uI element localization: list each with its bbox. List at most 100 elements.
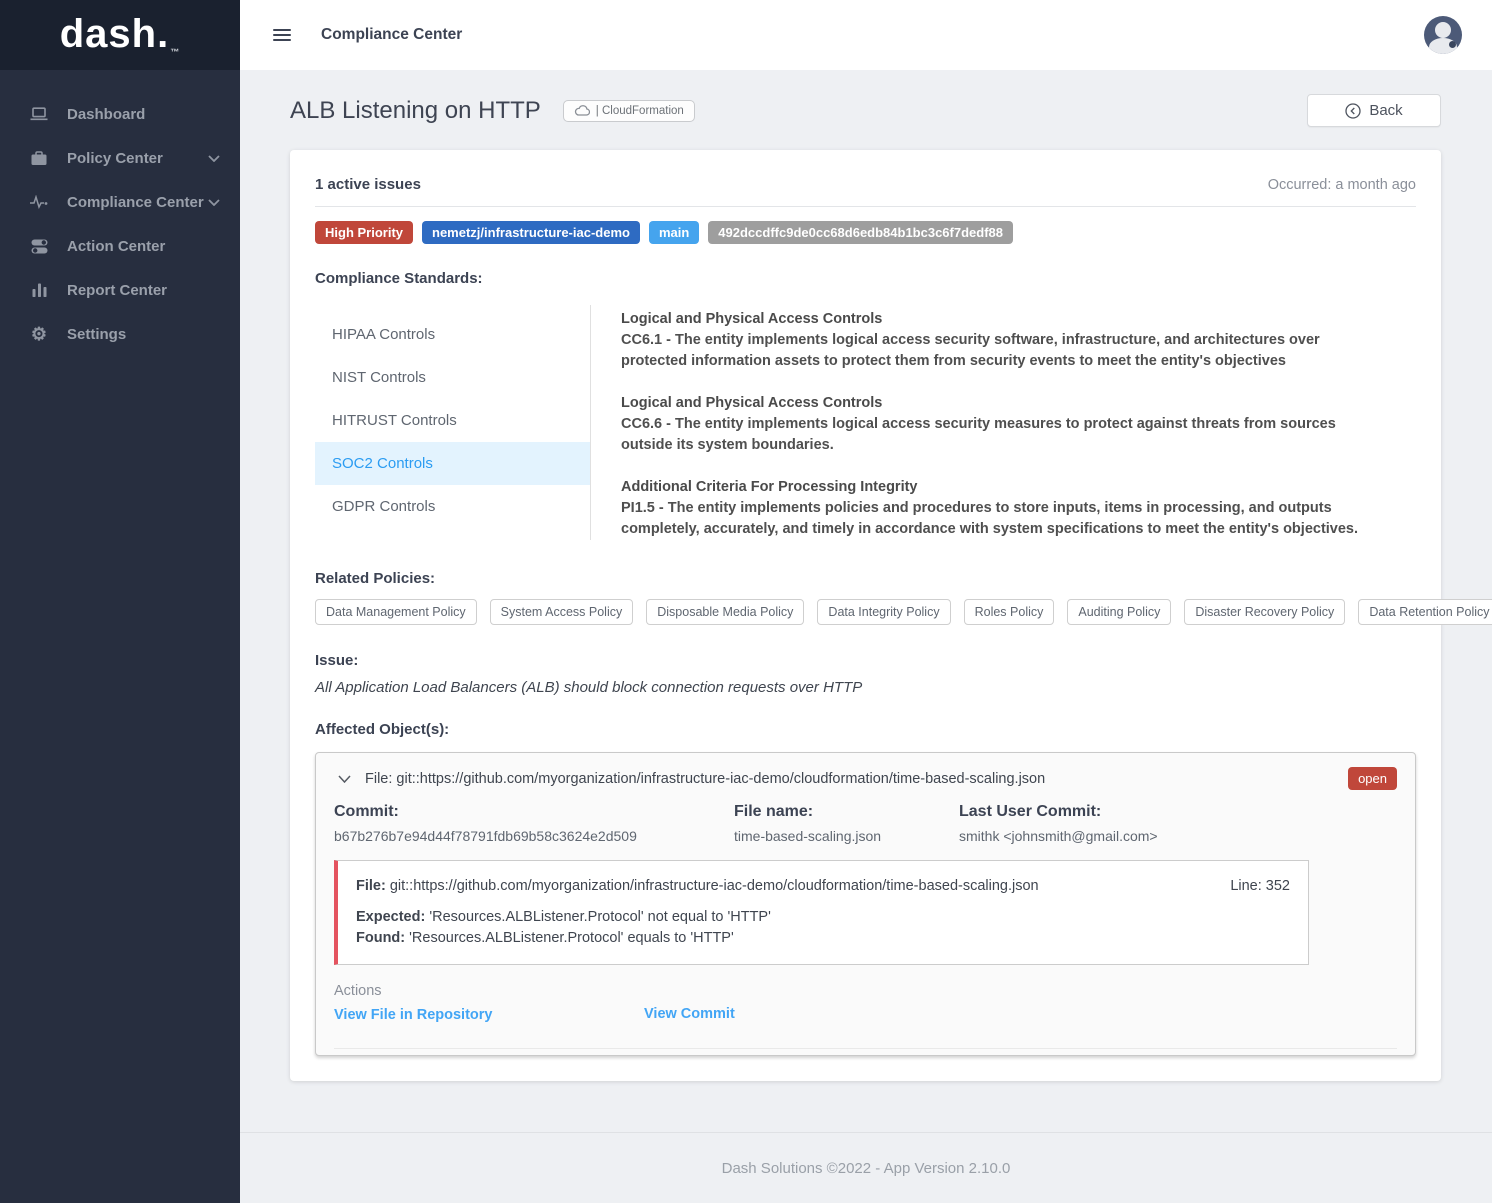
policy-chip[interactable]: Data Retention Policy bbox=[1358, 599, 1492, 625]
policy-chip[interactable]: Roles Policy bbox=[964, 599, 1055, 625]
found-label: Found: bbox=[356, 930, 405, 946]
violation-file-path: git::https://github.com/myorganization/i… bbox=[390, 878, 1039, 894]
policy-chip[interactable]: Disposable Media Policy bbox=[646, 599, 804, 625]
affected-object-panel: File: git::https://github.com/myorganiza… bbox=[315, 752, 1416, 1056]
sidebar-nav: Dashboard Policy Center Compliance Cente… bbox=[0, 70, 240, 356]
policy-chip[interactable]: Data Management Policy bbox=[315, 599, 477, 625]
affected-objects-label: Affected Object(s): bbox=[315, 721, 1416, 738]
chevron-down-icon[interactable] bbox=[208, 155, 220, 162]
sidebar-item-report-center[interactable]: Report Center bbox=[0, 268, 240, 312]
header-title: Compliance Center bbox=[321, 26, 462, 44]
violation-detail-box: File: git::https://github.com/myorganiza… bbox=[334, 860, 1309, 965]
issue-card: 1 active issues Occurred: a month ago Hi… bbox=[290, 150, 1441, 1081]
violation-file-row: File: git::https://github.com/myorganiza… bbox=[356, 878, 1290, 894]
control-body: CC6.6 - The entity implements logical ac… bbox=[621, 414, 1361, 456]
briefcase-icon bbox=[28, 151, 50, 166]
control-block: Logical and Physical Access Controls CC6… bbox=[621, 309, 1416, 372]
panel-divider bbox=[334, 1048, 1397, 1049]
standard-item-gdpr[interactable]: GDPR Controls bbox=[315, 485, 590, 528]
view-commit-link[interactable]: View Commit bbox=[644, 1006, 735, 1024]
bar-chart-icon bbox=[28, 283, 50, 297]
standards-section: HIPAA Controls NIST Controls HITRUST Con… bbox=[315, 305, 1416, 540]
chevron-down-icon[interactable] bbox=[208, 199, 220, 206]
violation-expected-row: Expected: 'Resources.ALBListener.Protoco… bbox=[356, 909, 1290, 925]
cloudformation-badge-label: | CloudFormation bbox=[596, 105, 684, 117]
sidebar-item-action-center[interactable]: Action Center bbox=[0, 224, 240, 268]
badge-row: High Priority nemetzj/infrastructure-iac… bbox=[315, 221, 1416, 244]
sidebar-item-label: Settings bbox=[67, 326, 126, 343]
top-header: Compliance Center bbox=[240, 0, 1492, 70]
policy-chip[interactable]: Auditing Policy bbox=[1067, 599, 1171, 625]
expected-value: 'Resources.ALBListener.Protocol' not equ… bbox=[429, 909, 771, 925]
policy-chip[interactable]: Disaster Recovery Policy bbox=[1184, 599, 1345, 625]
violation-file-label: File: bbox=[356, 878, 386, 894]
avatar-head bbox=[1435, 22, 1451, 38]
commit-label: Commit: bbox=[334, 803, 734, 821]
related-policies-row: Data Management Policy System Access Pol… bbox=[315, 599, 1416, 625]
view-file-in-repository-link[interactable]: View File in Repository bbox=[334, 1007, 492, 1023]
file-name-value: time-based-scaling.json bbox=[734, 828, 959, 844]
standard-item-nist[interactable]: NIST Controls bbox=[315, 356, 590, 399]
gear-icon: ⚙ bbox=[28, 325, 50, 343]
toggles-icon bbox=[28, 239, 50, 254]
dash-logo[interactable]: dash.™ bbox=[60, 14, 180, 57]
commit-value: b67b276b7e94d44f78791fdb69b58c3624e2d509 bbox=[334, 828, 734, 844]
user-avatar[interactable] bbox=[1424, 16, 1462, 54]
trademark-symbol: ™ bbox=[170, 47, 180, 57]
controls-detail-column: Logical and Physical Access Controls CC6… bbox=[591, 305, 1416, 540]
chevron-down-icon[interactable] bbox=[338, 775, 351, 783]
commit-hash-badge: 492dccdffc9de0cc68d6edb84b1bc3c6f7dedf88 bbox=[708, 221, 1013, 244]
expected-label: Expected: bbox=[356, 909, 425, 925]
sidebar-item-label: Policy Center bbox=[67, 150, 163, 167]
commit-column: Commit: b67b276b7e94d44f78791fdb69b58c36… bbox=[334, 803, 734, 844]
pulse-icon bbox=[28, 195, 50, 209]
sidebar-item-dashboard[interactable]: Dashboard bbox=[0, 92, 240, 136]
compliance-standards-label: Compliance Standards: bbox=[315, 270, 1416, 287]
affected-object-header[interactable]: File: git::https://github.com/myorganiza… bbox=[316, 753, 1415, 790]
page-footer: Dash Solutions ©2022 - App Version 2.10.… bbox=[240, 1132, 1492, 1203]
standard-item-soc2[interactable]: SOC2 Controls bbox=[315, 442, 590, 485]
sidebar-item-label: Dashboard bbox=[67, 106, 145, 123]
back-arrow-icon bbox=[1345, 103, 1361, 119]
repository-badge: nemetzj/infrastructure-iac-demo bbox=[422, 221, 640, 244]
sidebar-item-label: Report Center bbox=[67, 282, 167, 299]
card-divider bbox=[315, 206, 1416, 207]
standard-item-hitrust[interactable]: HITRUST Controls bbox=[315, 399, 590, 442]
back-button-label: Back bbox=[1369, 102, 1402, 119]
occurred-timestamp: Occurred: a month ago bbox=[1268, 177, 1416, 193]
policy-chip[interactable]: System Access Policy bbox=[490, 599, 634, 625]
branch-badge: main bbox=[649, 221, 699, 244]
active-issues-count: 1 active issues bbox=[315, 176, 421, 193]
standard-item-hipaa[interactable]: HIPAA Controls bbox=[315, 313, 590, 356]
last-user-column: Last User Commit: smithk <johnsmith@gmai… bbox=[959, 803, 1397, 844]
sidebar-item-label: Action Center bbox=[67, 238, 165, 255]
issue-label: Issue: bbox=[315, 652, 1416, 669]
commit-info-row: Commit: b67b276b7e94d44f78791fdb69b58c36… bbox=[316, 790, 1415, 844]
sidebar-item-settings[interactable]: ⚙ Settings bbox=[0, 312, 240, 356]
found-value: 'Resources.ALBListener.Protocol' equals … bbox=[409, 930, 734, 946]
file-name-column: File name: time-based-scaling.json bbox=[734, 803, 959, 844]
sidebar: dash.™ Dashboard Policy Center bbox=[0, 0, 240, 1203]
control-block: Logical and Physical Access Controls CC6… bbox=[621, 393, 1416, 456]
cloudformation-badge: | CloudFormation bbox=[563, 100, 695, 122]
violation-found-row: Found: 'Resources.ALBListener.Protocol' … bbox=[356, 930, 1290, 946]
policy-chip[interactable]: Data Integrity Policy bbox=[817, 599, 950, 625]
control-body: CC6.1 - The entity implements logical ac… bbox=[621, 330, 1361, 372]
card-top-row: 1 active issues Occurred: a month ago bbox=[315, 176, 1416, 193]
footer-text: Dash Solutions ©2022 - App Version 2.10.… bbox=[722, 1160, 1011, 1177]
sidebar-item-label: Compliance Center bbox=[67, 194, 204, 211]
affected-file-path: File: git::https://github.com/myorganiza… bbox=[365, 771, 1045, 787]
sidebar-item-policy-center[interactable]: Policy Center bbox=[0, 136, 240, 180]
page-title-row: ALB Listening on HTTP | CloudFormation B… bbox=[290, 94, 1441, 127]
open-status-badge[interactable]: open bbox=[1348, 767, 1397, 790]
sidebar-item-compliance-center[interactable]: Compliance Center bbox=[0, 180, 240, 224]
action-link-wrap: View File in Repository bbox=[334, 1006, 644, 1024]
control-title: Logical and Physical Access Controls bbox=[621, 309, 1416, 330]
priority-badge: High Priority bbox=[315, 221, 413, 244]
hamburger-menu-icon[interactable] bbox=[273, 26, 291, 44]
last-user-commit-value: smithk <johnsmith@gmail.com> bbox=[959, 828, 1397, 844]
cloud-icon bbox=[574, 105, 590, 116]
back-button[interactable]: Back bbox=[1307, 94, 1441, 127]
control-title: Logical and Physical Access Controls bbox=[621, 393, 1416, 414]
actions-label: Actions bbox=[334, 983, 1397, 999]
